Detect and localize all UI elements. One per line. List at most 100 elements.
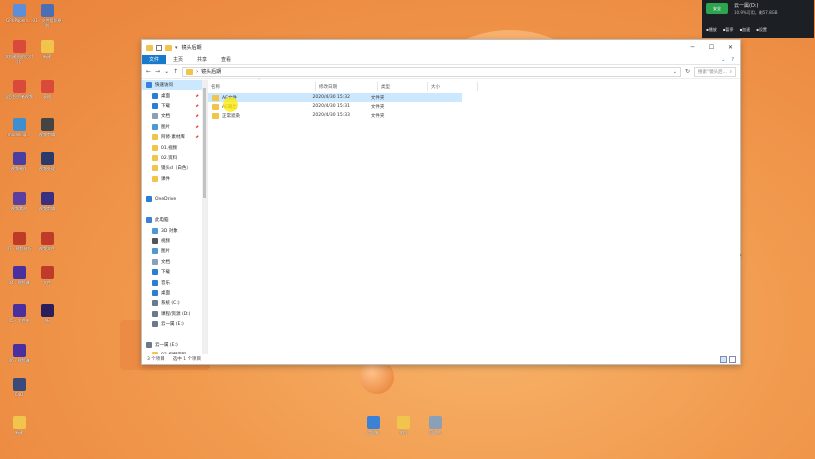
desktop-icon[interactable]: C4D [6, 378, 32, 402]
help-icon[interactable]: ? [731, 57, 734, 63]
desktop-icon[interactable]: 新建 [6, 416, 32, 440]
nav-item[interactable]: 云一属 (E:) [142, 319, 207, 329]
search-box[interactable]: 搜索"镜头后... ⌕ [694, 66, 736, 77]
widget-tool-button[interactable]: ▪加速 [739, 27, 750, 33]
desktop-icon-label: 新建 [43, 54, 51, 59]
column-type[interactable]: 类型 [378, 82, 428, 91]
desktop-icon[interactable]: 新建 [34, 40, 60, 64]
nav-item-icon [152, 238, 158, 245]
desktop-icon[interactable]: 回收站 [422, 416, 448, 436]
chevron-down-icon[interactable]: ⌄ [673, 69, 680, 75]
app-icon [12, 192, 26, 205]
back-arrow-icon[interactable]: ← [146, 68, 151, 75]
desktop-icon[interactable]: 文档截图前后对比 [5, 40, 33, 64]
desktop-icon[interactable]: 视频剪辑 [34, 118, 60, 142]
title-bar[interactable]: ▾ 镜头后期 ─ ☐ ✕ [142, 40, 740, 55]
desktop-icon[interactable]: 05 · 文件夹 [6, 304, 32, 328]
nav-item[interactable]: 视频 [142, 236, 207, 246]
forward-arrow-icon[interactable]: → [155, 68, 160, 75]
nav-item[interactable]: 快速访问 [142, 80, 207, 91]
desktop-icon[interactable]: 文件 [34, 266, 60, 290]
tab-file[interactable]: 文件 [142, 55, 167, 64]
desktop-icon-label: 全民投资者视频 [5, 94, 33, 99]
column-name[interactable]: 名称 ˄ [208, 78, 316, 91]
app-icon [12, 344, 26, 357]
column-size[interactable]: 大小 [428, 82, 478, 91]
desktop-icon[interactable]: 此电脑 [360, 416, 386, 436]
file-row[interactable]: 正常遮染 2020/4/30 15:33 文件夹 [208, 111, 462, 120]
app-icon [12, 80, 26, 93]
app-icon [12, 232, 26, 245]
nav-item[interactable]: 课件 [142, 174, 207, 184]
desktop-icon[interactable]: AE [34, 304, 60, 328]
recent-chevron-icon[interactable]: ⌄ [164, 68, 169, 75]
nav-item[interactable]: 下载 [142, 267, 207, 277]
tab-share[interactable]: 共享 [190, 55, 214, 64]
search-placeholder: 搜索"镜头后... [698, 69, 727, 75]
column-date[interactable]: 修改日期 [316, 82, 378, 91]
nav-item[interactable]: 镜头d（白色） [142, 163, 207, 173]
properties-icon[interactable] [156, 44, 162, 51]
nav-item[interactable]: 桌面 📌 [142, 90, 207, 100]
nav-item[interactable]: 01.视频 [142, 142, 207, 152]
desktop-icon[interactable]: 04 · 视频课 [6, 266, 32, 290]
desktop-icon[interactable]: 文档 [390, 416, 416, 436]
new-folder-icon[interactable] [165, 44, 172, 51]
nav-item[interactable]: 文档 📌 [142, 111, 207, 121]
nav-item[interactable]: 音乐 [142, 277, 207, 287]
up-arrow-icon[interactable]: ↑ [173, 68, 178, 75]
nav-item[interactable]: 系统 (C:) [142, 298, 207, 308]
nav-scrollbar[interactable] [202, 80, 207, 354]
file-row[interactable]: AE文件2020/4/30 15:32文件夹 [208, 93, 462, 102]
nav-scrollbar-thumb[interactable] [203, 88, 206, 198]
desktop-icon-label: 视频文件 [39, 246, 55, 251]
widget-tool-button[interactable]: ▪设置 [756, 27, 767, 33]
widget-tool-button[interactable]: ▪暂停 [723, 27, 734, 33]
breadcrumb-current[interactable]: 镜头后期 [201, 68, 221, 75]
tab-view[interactable]: 查看 [214, 55, 238, 64]
chevron-left-icon[interactable]: ‹ [740, 252, 742, 259]
large-icons-view-icon[interactable] [729, 355, 736, 363]
nav-item[interactable]: 图片 [142, 246, 207, 256]
desktop-icon[interactable]: 视频处理 [34, 152, 60, 176]
desktop-icon[interactable]: GPUPapers... [6, 4, 32, 28]
nav-item[interactable]: 下载 📌 [142, 101, 207, 111]
nav-item[interactable]: 云一属 (E:) [142, 340, 207, 350]
nav-item[interactable]: 阿修·素材库 📌 [142, 132, 207, 142]
desktop-icon-label: modeling... [7, 132, 31, 137]
desktop-icon[interactable]: 视频素材 [6, 192, 32, 216]
details-view-icon[interactable] [720, 355, 727, 363]
nav-item[interactable]: 文档 [142, 257, 207, 267]
refresh-icon[interactable]: ↻ [685, 68, 690, 75]
address-bar[interactable]: › 镜头后期 ⌄ [182, 66, 681, 77]
desktop-icon[interactable]: 视频文件 [34, 232, 60, 256]
app-icon [12, 118, 26, 131]
minimize-button[interactable]: ─ [683, 40, 702, 55]
nav-item[interactable]: 桌面 [142, 288, 207, 298]
breadcrumb-separator: › [196, 68, 199, 75]
nav-item[interactable]: 02.资料 [142, 153, 207, 163]
nav-item[interactable]: 此电脑 [142, 215, 207, 225]
desktop-icon[interactable]: modeling... [6, 118, 32, 142]
chevron-down-icon[interactable]: ⌄ [721, 57, 725, 63]
widget-tool-button[interactable]: ▪播放 [706, 27, 717, 33]
nav-item[interactable]: OneDrive [142, 194, 207, 204]
close-button[interactable]: ✕ [721, 40, 740, 55]
tab-home[interactable]: 主页 [166, 55, 190, 64]
file-row[interactable]: AE输出2020/4/30 15:31文件夹 [208, 102, 462, 111]
nav-item[interactable]: 课程/资源 (D:) [142, 309, 207, 319]
chevron-down-icon[interactable]: ▾ [175, 45, 178, 51]
maximize-button[interactable]: ☐ [702, 40, 721, 55]
desktop-icon[interactable]: 视频制作 [6, 152, 32, 176]
app-icon [12, 266, 26, 279]
nav-item[interactable]: 3D 对象 [142, 225, 207, 235]
nav-item[interactable]: 图片 📌 [142, 122, 207, 132]
desktop-icon[interactable]: 表格 [34, 80, 60, 104]
desktop-icon[interactable]: 视频剪辑 [34, 192, 60, 216]
app-icon [12, 4, 26, 17]
desktop-icon[interactable]: 06 · 视频课 [6, 344, 32, 368]
security-badge[interactable]: 安全 [706, 3, 728, 14]
desktop-icon[interactable]: 全民投资者视频 [5, 80, 33, 104]
desktop-icon[interactable]: 07 · 视频技巧 [6, 232, 32, 256]
desktop-icon[interactable]: 01 · 文件组织原则 [33, 4, 61, 28]
